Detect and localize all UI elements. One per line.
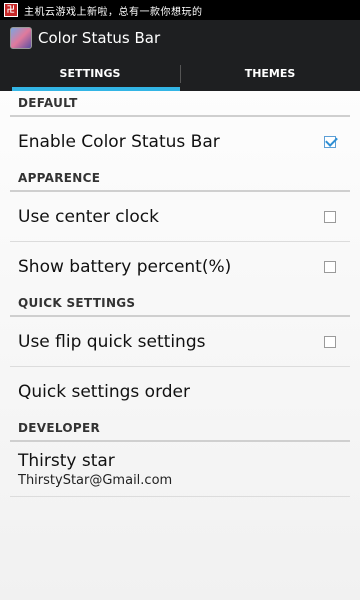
pref-label: Enable Color Status Bar (18, 131, 220, 152)
system-status-bar: 卍 主机云游戏上新啦，总有一款你想玩的 (0, 0, 360, 20)
use-center-clock-checkbox[interactable] (324, 210, 336, 223)
tab-themes[interactable]: THEMES (180, 56, 360, 91)
section-header-apparence: APPARENCE (10, 166, 350, 192)
show-battery-percent-checkbox[interactable] (324, 260, 336, 273)
divider (10, 496, 350, 497)
enable-color-status-bar-checkbox[interactable] (324, 135, 336, 148)
developer-name: Thirsty star (18, 451, 115, 471)
app-notification-icon: 卍 (4, 3, 18, 17)
use-flip-quick-settings-checkbox[interactable] (324, 335, 336, 348)
app-title: Color Status Bar (38, 29, 161, 47)
pref-label: Quick settings order (18, 381, 191, 402)
tab-settings[interactable]: SETTINGS (0, 56, 180, 91)
developer-email: ThirstyStar@Gmail.com (18, 473, 173, 488)
section-header-default: DEFAULT (10, 91, 350, 117)
pref-enable-color-status-bar[interactable]: Enable Color Status Bar (0, 117, 360, 166)
pref-use-center-clock[interactable]: Use center clock (0, 192, 360, 241)
pref-show-battery-percent[interactable]: Show battery percent(%) (0, 242, 360, 291)
section-header-developer: DEVELOPER (10, 416, 350, 442)
tab-bar: SETTINGS THEMES (0, 56, 360, 91)
pref-label: Show battery percent(%) (18, 256, 232, 277)
action-bar: Color Status Bar (0, 20, 360, 56)
section-header-quick-settings: QUICK SETTINGS (10, 291, 350, 317)
notification-text: 主机云游戏上新啦，总有一款你想玩的 (24, 6, 203, 18)
pref-use-flip-quick-settings[interactable]: Use flip quick settings (0, 317, 360, 366)
pref-label: Use center clock (18, 206, 159, 227)
pref-quick-settings-order[interactable]: Quick settings order (0, 367, 360, 416)
settings-list: DEFAULT Enable Color Status Bar APPARENC… (0, 91, 360, 497)
color-status-bar-app-icon (10, 27, 32, 49)
developer-info[interactable]: Thirsty star ThirstyStar@Gmail.com (0, 442, 360, 496)
pref-label: Use flip quick settings (18, 331, 206, 352)
